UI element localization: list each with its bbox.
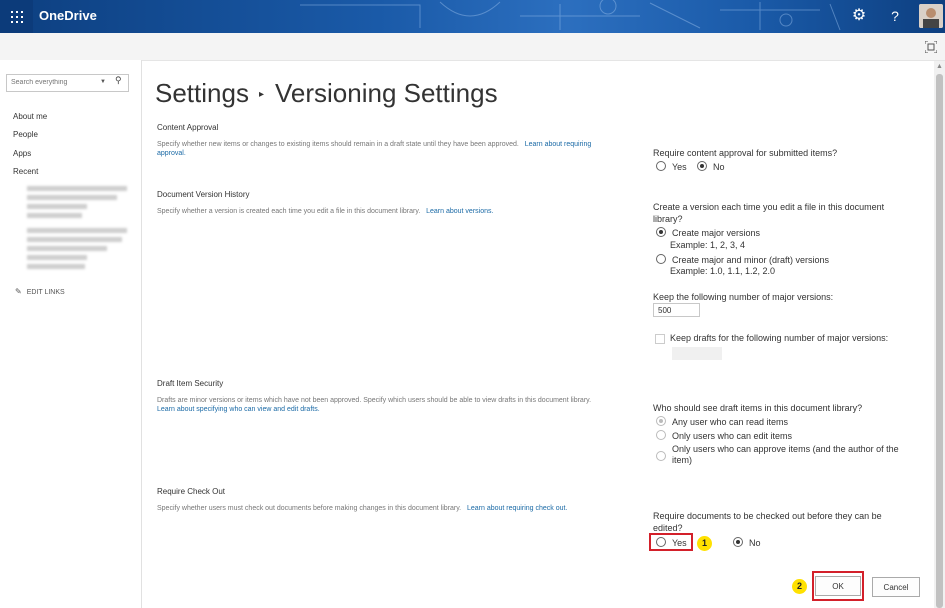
learn-about-versions-link[interactable]: Learn about versions. (426, 208, 493, 215)
draft-security-heading: Draft Item Security (157, 379, 224, 388)
option-label: Create major and minor (draft) versions (672, 255, 830, 265)
radio-button[interactable] (697, 161, 707, 171)
major-versions-count-input[interactable] (653, 303, 700, 317)
user-photo (919, 4, 943, 28)
header-background-pattern (300, 0, 841, 31)
content-approval-yes-radio[interactable]: Yes (656, 161, 687, 173)
search-box[interactable] (6, 74, 129, 92)
learn-about-check-out-link[interactable]: Learn about requiring check out. (467, 505, 567, 512)
search-icon[interactable]: ⚲ (115, 75, 122, 86)
option-label: No (749, 538, 761, 548)
option-label: No (713, 162, 725, 172)
app-brand[interactable]: OneDrive (39, 8, 97, 23)
draft-security-desc-text: Drafts are minor versions or items which… (157, 397, 592, 404)
major-minor-versions-example: Example: 1.0, 1.1, 1.2, 2.0 (670, 266, 776, 276)
check-out-description: Specify whether users must check out doc… (157, 504, 607, 513)
keep-drafts-label: Keep drafts for the following number of … (670, 333, 889, 343)
create-major-minor-versions-radio[interactable]: Create major and minor (draft) versions (656, 254, 829, 266)
content-approval-question: Require content approval for submitted i… (653, 148, 838, 158)
content-approval-description: Specify whether new items or changes to … (157, 140, 607, 158)
create-major-versions-radio[interactable]: Create major versions (656, 227, 760, 239)
version-history-heading: Document Version History (157, 190, 250, 199)
check-out-heading: Require Check Out (157, 487, 226, 496)
radio-button[interactable] (656, 451, 666, 461)
help-button[interactable]: ? (888, 7, 902, 25)
version-history-description: Specify whether a version is created eac… (157, 207, 607, 216)
learn-about-drafts-link[interactable]: Learn about specifying who can view and … (157, 406, 320, 413)
radio-button[interactable] (656, 254, 666, 264)
radio-button[interactable] (656, 227, 666, 237)
suite-header (0, 0, 945, 33)
focus-mode-icon[interactable] (925, 41, 937, 53)
keep-drafts-checkbox[interactable] (655, 334, 665, 344)
pencil-icon: ✎ (15, 287, 22, 296)
major-versions-example: Example: 1, 2, 3, 4 (670, 240, 746, 250)
option-label: Create major versions (672, 228, 761, 238)
option-label: Yes (672, 162, 687, 172)
edit-links-label: EDIT LINKS (26, 289, 65, 296)
version-history-desc-text: Specify whether a version is created eac… (157, 208, 421, 215)
settings-button[interactable]: ⚙ (850, 7, 868, 25)
command-bar (0, 33, 945, 61)
users-edit-radio[interactable]: Only users who can edit items (656, 430, 792, 442)
radio-button[interactable] (656, 430, 666, 440)
nav-item-recent[interactable]: Recent (13, 167, 38, 176)
avatar[interactable] (919, 4, 943, 28)
step2-highlight-box (812, 571, 864, 601)
check-out-no-radio[interactable]: No (733, 537, 761, 549)
breadcrumb-separator-icon: ▸ (258, 89, 264, 100)
app-launcher-icon (10, 10, 23, 23)
breadcrumb-current: Versioning Settings (274, 78, 498, 108)
content-approval-heading: Content Approval (157, 123, 219, 132)
breadcrumb-settings[interactable]: Settings (155, 78, 249, 108)
radio-button[interactable] (656, 161, 666, 171)
nav-item-people[interactable]: People (13, 130, 38, 139)
keep-major-versions-label: Keep the following number of major versi… (653, 292, 834, 302)
step2-badge: 2 (792, 579, 807, 594)
nav-item-apps[interactable]: Apps (13, 149, 31, 158)
edit-links-button[interactable]: ✎ EDIT LINKS (15, 287, 65, 296)
scroll-up-arrow-icon[interactable]: ▲ (936, 63, 943, 70)
draft-security-description: Drafts are minor versions or items which… (157, 396, 607, 414)
radio-button[interactable] (733, 537, 743, 547)
draft-security-question: Who should see draft items in this docum… (653, 403, 863, 413)
step1-badge: 1 (697, 536, 712, 551)
any-user-read-radio[interactable]: Any user who can read items (656, 416, 788, 428)
option-label: Only users who can edit items (672, 431, 793, 441)
scrollbar-thumb[interactable] (936, 74, 943, 608)
search-scope-dropdown-icon[interactable]: ▼ (100, 79, 106, 85)
content-approval-no-radio[interactable]: No (697, 161, 725, 173)
left-navigation (0, 60, 142, 608)
drafts-count-input[interactable] (672, 347, 722, 360)
step1-highlight-box (649, 533, 693, 551)
users-approve-radio[interactable]: Only users who can approve items (and th… (656, 444, 911, 466)
option-label: Only users who can approve items (and th… (672, 444, 899, 465)
check-out-desc-text: Specify whether users must check out doc… (157, 505, 462, 512)
gear-icon: ⚙ (851, 7, 867, 24)
page-title: Settings ▸ Versioning Settings (155, 78, 498, 109)
check-out-question: Require documents to be checked out befo… (653, 511, 882, 533)
content-approval-desc-text: Specify whether new items or changes to … (157, 141, 519, 148)
radio-button[interactable] (656, 416, 666, 426)
search-input[interactable] (11, 76, 97, 89)
option-label: Any user who can read items (672, 417, 789, 427)
cancel-button[interactable]: Cancel (872, 577, 920, 597)
app-launcher-button[interactable] (0, 0, 33, 33)
nav-item-about-me[interactable]: About me (13, 112, 47, 121)
version-history-question: Create a version each time you edit a fi… (653, 202, 885, 224)
